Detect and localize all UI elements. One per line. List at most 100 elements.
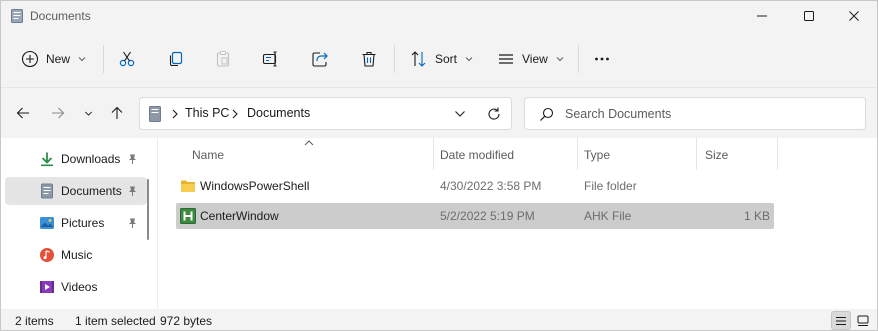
column-header-name[interactable]: Name xyxy=(176,138,433,170)
file-size: 1 KB xyxy=(743,209,770,223)
close-icon xyxy=(849,11,859,21)
column-header-label: Size xyxy=(705,148,729,162)
details-view-icon xyxy=(836,316,846,325)
videos-icon xyxy=(40,281,54,293)
recent-locations-button[interactable] xyxy=(76,99,100,127)
tiles-view-icon xyxy=(857,315,869,326)
music-icon xyxy=(40,248,54,262)
file-date-modified: 4/30/2022 3:58 PM xyxy=(440,179,542,193)
chevron-right-icon xyxy=(232,109,238,119)
chevron-right-icon xyxy=(172,109,178,119)
pane-divider[interactable] xyxy=(157,138,158,309)
sort-icon xyxy=(411,51,426,67)
view-icon xyxy=(499,54,513,64)
plus-circle-icon xyxy=(21,50,39,68)
documents-icon xyxy=(41,183,53,199)
sort-button[interactable]: Sort xyxy=(410,37,473,81)
table-row[interactable]: CenterWindow 5/2/2022 5:19 PM AHK File 1… xyxy=(176,203,774,229)
navigation-pane: Downloads Documents Pictures Music Video… xyxy=(1,138,149,309)
sidebar-item-videos[interactable]: Videos xyxy=(5,273,147,301)
delete-icon xyxy=(362,51,376,67)
search-box[interactable] xyxy=(524,97,866,130)
more-icon xyxy=(595,57,609,61)
folder-icon xyxy=(181,180,195,192)
copy-icon xyxy=(169,51,183,67)
minimize-icon xyxy=(757,15,767,17)
rename-button[interactable] xyxy=(262,37,280,81)
column-header-label: Date modified xyxy=(440,148,515,162)
file-type: File folder xyxy=(584,179,637,193)
column-header-type[interactable]: Type xyxy=(578,138,696,170)
toolbar-bottom-divider xyxy=(1,87,877,88)
back-button[interactable] xyxy=(11,99,35,127)
download-icon xyxy=(41,152,53,167)
column-divider[interactable] xyxy=(777,138,778,170)
forward-button[interactable] xyxy=(46,99,70,127)
paste-button[interactable] xyxy=(214,37,232,81)
search-input[interactable] xyxy=(565,104,855,124)
pictures-icon xyxy=(40,217,54,229)
toolbar-divider xyxy=(394,45,395,73)
chevron-down-icon xyxy=(84,111,92,116)
toolbar-divider xyxy=(578,45,579,73)
column-header-date-modified[interactable]: Date modified xyxy=(434,138,577,170)
up-button[interactable] xyxy=(105,99,129,127)
sort-label: Sort xyxy=(435,52,458,66)
chevron-down-icon[interactable] xyxy=(454,109,466,119)
column-header-label: Type xyxy=(584,148,611,162)
sidebar-item-music[interactable]: Music xyxy=(5,241,147,269)
share-icon xyxy=(312,52,328,67)
file-explorer-window: Documents New Sort View This PC Document… xyxy=(0,0,878,331)
sidebar-item-documents[interactable]: Documents xyxy=(5,177,147,205)
sidebar-item-label: Pictures xyxy=(61,216,105,230)
table-row[interactable]: WindowsPowerShell 4/30/2022 3:58 PM File… xyxy=(176,173,774,199)
sidebar-item-label: Music xyxy=(61,248,93,262)
breadcrumb-this-pc[interactable]: This PC xyxy=(185,106,229,120)
search-icon xyxy=(540,107,554,121)
file-type: AHK File xyxy=(584,209,632,223)
delete-button[interactable] xyxy=(360,37,378,81)
selection-count: 1 item selected xyxy=(75,314,156,328)
maximize-icon xyxy=(804,11,814,21)
pin-icon[interactable] xyxy=(126,185,138,197)
sidebar-scrollbar[interactable] xyxy=(147,179,149,240)
maximize-button[interactable] xyxy=(786,1,832,31)
arrow-right-icon xyxy=(52,107,65,119)
address-bar[interactable]: This PC Documents xyxy=(139,97,512,130)
item-count: 2 items xyxy=(15,314,54,328)
sidebar-item-downloads[interactable]: Downloads xyxy=(5,145,147,173)
view-button[interactable]: View xyxy=(497,37,564,81)
selection-size: 972 bytes xyxy=(160,314,213,328)
view-label: View xyxy=(522,52,548,66)
sidebar-item-pictures[interactable]: Pictures xyxy=(5,209,147,237)
minimize-button[interactable] xyxy=(739,1,785,31)
details-view-button[interactable] xyxy=(831,311,851,330)
cut-button[interactable] xyxy=(118,37,136,81)
file-name: WindowsPowerShell xyxy=(200,179,310,193)
ahk-file-icon xyxy=(180,208,196,224)
pin-icon[interactable] xyxy=(126,153,138,165)
new-label: New xyxy=(46,52,71,66)
cut-icon xyxy=(119,51,135,67)
new-button[interactable]: New xyxy=(21,37,86,81)
breadcrumb-documents[interactable]: Documents xyxy=(247,106,310,120)
column-header-size[interactable]: Size xyxy=(697,138,777,170)
sidebar-item-label: Documents xyxy=(61,184,122,198)
share-button[interactable] xyxy=(311,37,329,81)
documents-folder-icon xyxy=(11,9,23,23)
rename-icon xyxy=(262,51,277,67)
close-button[interactable] xyxy=(831,1,877,31)
paste-icon xyxy=(216,50,230,67)
refresh-icon[interactable] xyxy=(486,106,502,122)
see-more-button[interactable] xyxy=(593,37,611,81)
file-name: CenterWindow xyxy=(200,209,279,223)
pin-icon[interactable] xyxy=(126,217,138,229)
large-icons-view-button[interactable] xyxy=(853,311,873,330)
column-header-label: Name xyxy=(192,148,225,162)
chevron-down-icon xyxy=(78,52,86,66)
arrow-left-icon xyxy=(16,107,29,119)
copy-button[interactable] xyxy=(167,37,185,81)
title-bar[interactable]: Documents xyxy=(1,1,877,31)
toolbar-divider xyxy=(103,45,104,73)
status-bar: 2 items 1 item selected 972 bytes xyxy=(1,309,877,330)
